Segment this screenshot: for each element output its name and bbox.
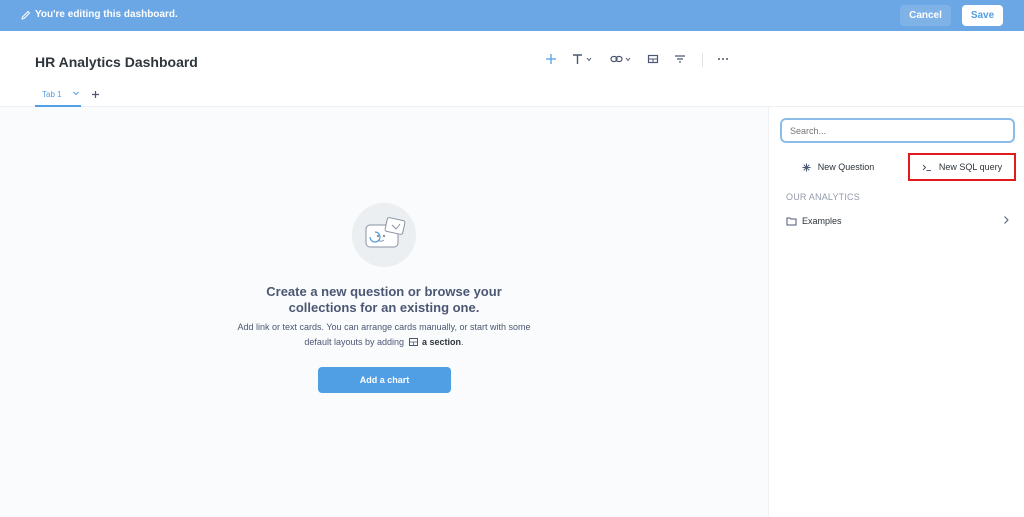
new-question-button[interactable]: New Question xyxy=(784,153,892,181)
collection-item-examples[interactable]: Examples xyxy=(786,213,1010,229)
more-icon xyxy=(718,58,728,60)
tab-label: Tab 1 xyxy=(42,90,62,99)
pencil-icon xyxy=(21,10,31,20)
add-tab-button[interactable] xyxy=(91,88,100,102)
plus-icon xyxy=(546,54,556,64)
add-link-button[interactable] xyxy=(610,51,634,67)
empty-state-illustration xyxy=(352,203,416,267)
sparkle-icon xyxy=(802,163,811,171)
new-sql-query-label: New SQL query xyxy=(938,162,1003,172)
new-question-label: New Question xyxy=(817,162,875,172)
search-input[interactable] xyxy=(780,118,1015,143)
add-filter-button[interactable] xyxy=(674,51,686,67)
empty-state-subtitle-text: Add link or text cards. You can arrange … xyxy=(237,322,531,347)
tab-1[interactable]: Tab 1 xyxy=(35,90,81,107)
empty-state-subtitle: Add link or text cards. You can arrange … xyxy=(234,320,534,350)
new-sql-query-button[interactable]: New SQL query xyxy=(908,153,1016,181)
add-section-link[interactable]: a section xyxy=(422,337,461,347)
text-icon xyxy=(573,54,592,64)
empty-state-title: Create a new question or browse your col… xyxy=(266,284,502,315)
add-text-button[interactable] xyxy=(572,51,594,67)
folder-icon xyxy=(786,217,797,226)
section-icon xyxy=(647,54,659,64)
terminal-icon xyxy=(922,164,931,171)
section-icon xyxy=(408,338,418,346)
add-chart-button[interactable]: Add a chart xyxy=(318,367,451,393)
save-button[interactable]: Save xyxy=(962,5,1003,26)
cards-illustration-icon xyxy=(365,217,406,248)
more-options-button[interactable] xyxy=(716,51,730,67)
dashboard-header: HR Analytics Dashboard Tab 1 xyxy=(0,31,1024,107)
edit-mode-message: You're editing this dashboard. xyxy=(35,9,178,20)
empty-state-subtitle-end: . xyxy=(461,337,464,347)
chevron-down-icon[interactable] xyxy=(72,89,80,97)
edit-mode-bar: You're editing this dashboard. Cancel Sa… xyxy=(0,0,1024,31)
collection-section-heading: OUR ANALYTICS xyxy=(786,192,860,202)
link-icon xyxy=(610,55,631,63)
chevron-right-icon xyxy=(1004,216,1009,224)
collection-item-label: Examples xyxy=(802,216,842,226)
add-section-button[interactable] xyxy=(647,51,659,67)
question-sidebar: New Question New SQL query OUR ANALYTICS… xyxy=(768,107,1024,517)
filter-icon xyxy=(675,55,685,63)
toolbar-divider xyxy=(702,53,703,67)
add-question-button[interactable] xyxy=(545,51,557,67)
cancel-button[interactable]: Cancel xyxy=(900,5,951,26)
plus-icon xyxy=(92,91,99,98)
dashboard-title[interactable]: HR Analytics Dashboard xyxy=(35,54,198,70)
